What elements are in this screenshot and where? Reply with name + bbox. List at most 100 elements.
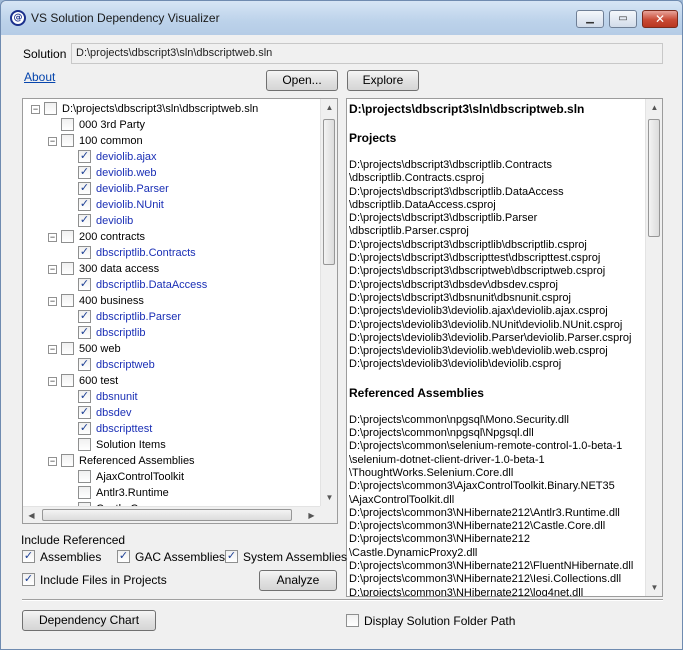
explore-button[interactable]: Explore <box>347 70 419 91</box>
tree-item-checkbox[interactable] <box>61 374 74 387</box>
tree-item-checkbox[interactable] <box>61 134 74 147</box>
gac-assemblies-checkbox-label: GAC Assemblies <box>135 550 226 564</box>
tree-item-checkbox[interactable]: ✓ <box>78 358 91 371</box>
close-button[interactable]: ✕ <box>642 10 678 28</box>
tree-vertical-scrollbar[interactable]: ▲ ▼ <box>320 99 337 506</box>
collapse-icon[interactable]: − <box>48 297 57 306</box>
solution-tree[interactable]: − D:\projects\dbscript3\sln\dbscriptweb.s… <box>22 98 338 524</box>
tree-item-label: 200 contracts <box>79 231 146 243</box>
include-files-checkbox-label: Include Files in Projects <box>40 573 167 587</box>
display-folder-path-label: Display Solution Folder Path <box>364 614 516 628</box>
tree-item-label: dbscriptlib.Contracts <box>96 247 196 259</box>
title-bar[interactable]: @ VS Solution Dependency Visualizer ▁ ▭ … <box>1 1 682 35</box>
project-path-line: D:\projects\dbscript3\dbsnunit\dbsnunit.… <box>349 291 571 304</box>
tree-horizontal-scrollbar[interactable]: ◀ ▶ <box>23 506 320 523</box>
tree-item-checkbox[interactable]: ✓ <box>78 198 91 211</box>
project-path-line: D:\projects\dbscript3\dbsdev\dbsdev.cspr… <box>349 278 558 291</box>
tree-item-checkbox[interactable]: ✓ <box>78 214 91 227</box>
about-link[interactable]: About <box>24 70 55 84</box>
tree-item-checkbox[interactable]: ✓ <box>78 182 91 195</box>
assemblies-heading: Referenced Assemblies <box>349 385 484 400</box>
scroll-down-icon[interactable]: ▼ <box>321 489 337 506</box>
tree-item-label: Referenced Assemblies <box>79 455 195 467</box>
main-window: @ VS Solution Dependency Visualizer ▁ ▭ … <box>0 0 683 650</box>
collapse-icon[interactable]: − <box>48 265 57 274</box>
collapse-icon[interactable]: − <box>48 233 57 242</box>
assembly-path-line: \selenium-dotnet-client-driver-1.0-beta-… <box>349 453 545 466</box>
tree-item-checkbox[interactable] <box>61 342 74 355</box>
include-files-checkbox[interactable]: ✓ <box>22 573 35 586</box>
tree-item-checkbox[interactable] <box>44 102 57 115</box>
project-path-line: \dbscriptlib.Contracts.csproj <box>349 172 485 185</box>
assembly-path-line: D:\projects\common3\NHibernate212\log4ne… <box>349 586 584 597</box>
tree-scroll-thumb[interactable] <box>323 119 335 265</box>
details-vertical-scrollbar[interactable]: ▲ ▼ <box>645 99 662 596</box>
scroll-up-icon[interactable]: ▲ <box>321 99 337 116</box>
close-icon: ✕ <box>654 12 666 26</box>
system-assemblies-checkbox[interactable]: ✓ <box>225 550 238 563</box>
scroll-down-icon[interactable]: ▼ <box>646 579 662 596</box>
collapse-icon[interactable]: − <box>48 137 57 146</box>
tree-item-checkbox[interactable]: ✓ <box>78 246 91 259</box>
minimize-button[interactable]: ▁ <box>576 10 604 28</box>
collapse-icon[interactable]: − <box>31 105 40 114</box>
project-path-line: D:\projects\deviolib3\deviolib.web\devio… <box>349 345 608 358</box>
analyze-button[interactable]: Analyze <box>259 570 337 591</box>
tree-item-checkbox[interactable] <box>61 262 74 275</box>
project-path-line: D:\projects\dbscript3\dbscriptlib\dbscri… <box>349 238 587 251</box>
tree-item-checkbox[interactable]: ✓ <box>78 406 91 419</box>
tree-item-checkbox[interactable]: ✓ <box>78 278 91 291</box>
assemblies-checkbox[interactable]: ✓ <box>22 550 35 563</box>
projects-list: D:\projects\dbscript3\dbscriptlib.Contra… <box>349 159 647 372</box>
tree-item-label: dbsdev <box>96 407 132 419</box>
tree-item-label: Solution Items <box>96 439 166 451</box>
tree-item-checkbox[interactable] <box>78 438 91 451</box>
tree-item-checkbox[interactable]: ✓ <box>78 390 91 403</box>
app-icon: @ <box>10 10 26 26</box>
assembly-path-line: D:\projects\common3\NHibernate212\Castle… <box>349 520 606 533</box>
project-path-line: \dbscriptlib.DataAccess.csproj <box>349 198 496 211</box>
tree-item-checkbox[interactable]: ✓ <box>78 166 91 179</box>
tree-item-label: dbscriptlib.Parser <box>96 311 181 323</box>
assembly-path-line: D:\projects\common\npgsql\Mono.Security.… <box>349 413 569 426</box>
scroll-left-icon[interactable]: ◀ <box>23 507 40 523</box>
tree-item-label: 400 business <box>79 295 144 307</box>
tree-item-checkbox[interactable] <box>61 230 74 243</box>
system-assemblies-checkbox-label: System Assemblies <box>243 550 348 564</box>
tree-item-checkbox[interactable] <box>61 294 74 307</box>
details-panel[interactable]: D:\projects\dbscript3\sln\dbscriptweb.sl… <box>346 98 663 597</box>
collapse-icon[interactable]: − <box>48 345 57 354</box>
tree-item-checkbox[interactable]: ✓ <box>78 150 91 163</box>
tree-item-label: dbsnunit <box>96 391 138 403</box>
solution-path-field[interactable]: D:\projects\dbscript3\sln\dbscriptweb.sl… <box>71 43 663 64</box>
tree-item-checkbox[interactable]: ✓ <box>78 326 91 339</box>
details-scroll-thumb[interactable] <box>648 119 660 237</box>
scroll-right-icon[interactable]: ▶ <box>303 507 320 523</box>
tree-item-checkbox[interactable] <box>61 454 74 467</box>
collapse-icon[interactable]: − <box>48 457 57 466</box>
tree-item-checkbox[interactable]: ✓ <box>78 422 91 435</box>
project-path-line: D:\projects\dbscript3\dbscriptweb\dbscri… <box>349 265 606 278</box>
dependency-chart-button[interactable]: Dependency Chart <box>22 610 156 631</box>
tree-item-checkbox[interactable] <box>78 486 91 499</box>
tree-item-label: deviolib.Parser <box>96 183 169 195</box>
tree-item-checkbox[interactable] <box>78 470 91 483</box>
display-folder-path-checkbox[interactable] <box>346 614 359 627</box>
scroll-up-icon[interactable]: ▲ <box>646 99 662 116</box>
assembly-path-line: \AjaxControlToolkit.dll <box>349 493 455 506</box>
tree-item-checkbox[interactable] <box>61 118 74 131</box>
project-path-line: D:\projects\dbscript3\dbscriptlib.DataAc… <box>349 185 564 198</box>
tree-item-checkbox[interactable]: ✓ <box>78 310 91 323</box>
collapse-icon[interactable]: − <box>48 377 57 386</box>
open-button[interactable]: Open... <box>266 70 338 91</box>
tree-item-label: deviolib.web <box>96 167 157 179</box>
maximize-button[interactable]: ▭ <box>609 10 637 28</box>
tree-item-label: 600 test <box>79 375 119 387</box>
assembly-path-line: D:\projects\common3\NHibernate212\Antlr3… <box>349 506 620 519</box>
tree-hscroll-thumb[interactable] <box>42 509 292 521</box>
window-title: VS Solution Dependency Visualizer <box>31 11 220 25</box>
assembly-path-line: \ThoughtWorks.Selenium.Core.dll <box>349 466 514 479</box>
project-path-line: \dbscriptlib.Parser.csproj <box>349 225 469 238</box>
gac-assemblies-checkbox[interactable]: ✓ <box>117 550 130 563</box>
